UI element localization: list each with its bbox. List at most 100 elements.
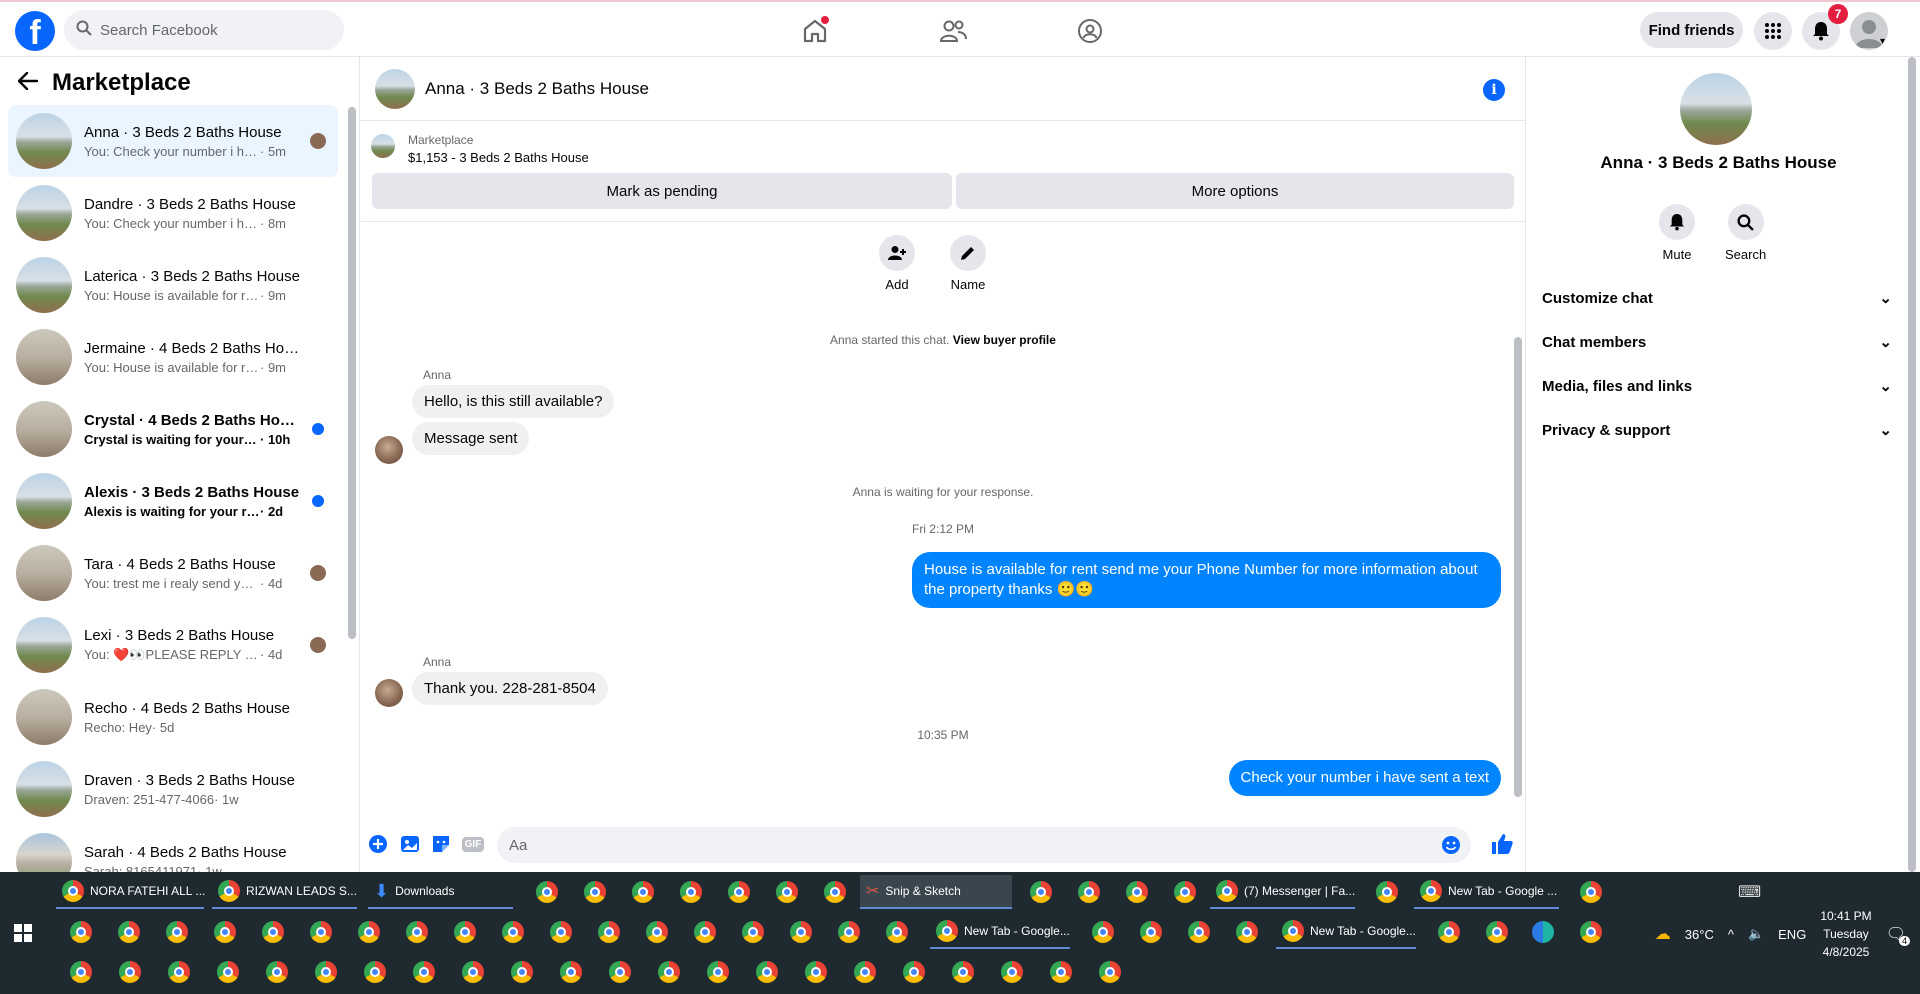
conversation-item-recho[interactable]: Recho · 4 Beds 2 Baths House Recho: Hey … xyxy=(8,681,338,753)
taskbar-chrome-icon[interactable] xyxy=(1480,915,1514,949)
taskbar-chrome-icon[interactable] xyxy=(603,955,637,989)
incoming-message[interactable]: Hello, is this still available? xyxy=(412,385,615,418)
conversation-item-alexis[interactable]: Alexis · 3 Beds 2 Baths House Alexis is … xyxy=(8,465,338,537)
windows-start-icon[interactable] xyxy=(14,924,32,947)
taskbar-item-new-tab[interactable]: New Tab - Google... xyxy=(930,915,1070,949)
taskbar-item-rizwan[interactable]: RIZWAN LEADS S... xyxy=(212,875,357,909)
incoming-message[interactable]: Thank you. 228-281-8504 xyxy=(412,672,608,705)
media-files-links-section[interactable]: Media, files and links ⌄ xyxy=(1542,366,1892,406)
notification-center-icon[interactable]: 🗨 4 xyxy=(1886,924,1910,946)
taskbar-chrome-icon[interactable] xyxy=(799,955,833,989)
outgoing-message[interactable]: Check your number i have sent a text xyxy=(1228,760,1501,796)
name-chat-control[interactable]: Name xyxy=(950,235,986,292)
sidebar-scrollbar[interactable] xyxy=(348,107,356,639)
gif-icon[interactable]: GIF xyxy=(461,833,485,855)
taskbar-chrome-icon[interactable] xyxy=(640,915,674,949)
search-input[interactable] xyxy=(100,21,320,39)
taskbar-chrome-icon[interactable] xyxy=(626,875,660,909)
taskbar-chrome-icon[interactable] xyxy=(770,875,804,909)
bell-icon[interactable]: 7 xyxy=(1802,4,1848,50)
home-icon[interactable] xyxy=(795,14,835,48)
taskbar-chrome-icon[interactable] xyxy=(352,915,386,949)
taskbar-chrome-icon[interactable] xyxy=(113,955,147,989)
chevron-down-icon[interactable]: ▾ xyxy=(1880,36,1885,47)
taskbar-chrome-icon[interactable] xyxy=(1134,915,1168,949)
taskbar-chrome-icon[interactable] xyxy=(578,875,612,909)
taskbar-item-messenger[interactable]: (7) Messenger | Fa... xyxy=(1210,875,1355,909)
taskbar-chrome-icon[interactable] xyxy=(544,915,578,949)
search-icon[interactable] xyxy=(1727,204,1764,240)
privacy-support-section[interactable]: Privacy & support ⌄ xyxy=(1542,410,1892,450)
taskbar-chrome-icon[interactable] xyxy=(304,915,338,949)
pencil-icon[interactable] xyxy=(950,235,986,271)
taskbar-chrome-icon[interactable] xyxy=(750,955,784,989)
add-person-icon[interactable] xyxy=(879,235,915,271)
taskbar-chrome-icon[interactable] xyxy=(1370,875,1404,909)
taskbar-chrome-icon[interactable] xyxy=(832,915,866,949)
taskbar-chrome-icon[interactable] xyxy=(407,955,441,989)
back-arrow-icon[interactable] xyxy=(17,71,39,95)
taskbar-chrome-icon[interactable] xyxy=(652,955,686,989)
thumbs-up-icon[interactable] xyxy=(1489,831,1515,857)
weather-icon[interactable]: ☁ xyxy=(1655,924,1671,944)
taskbar-chrome-icon[interactable] xyxy=(400,915,434,949)
taskbar-item-new-tab[interactable]: New Tab - Google... xyxy=(1276,915,1416,949)
taskbar-chrome-icon[interactable] xyxy=(1024,875,1058,909)
conversation-item-jermaine[interactable]: Jermaine · 4 Beds 2 Baths House You: Hou… xyxy=(8,321,338,393)
taskbar-chrome-icon[interactable] xyxy=(818,875,852,909)
taskbar-item-downloads[interactable]: ⬇ Downloads xyxy=(368,875,513,909)
taskbar-chrome-icon[interactable] xyxy=(64,915,98,949)
taskbar-chrome-icon[interactable] xyxy=(260,955,294,989)
taskbar-chrome-icon[interactable] xyxy=(592,915,626,949)
taskbar-chrome-icon[interactable] xyxy=(722,875,756,909)
clock[interactable]: 10:41 PM Tuesday 4/8/2025 xyxy=(1820,907,1871,961)
taskbar-chrome-icon[interactable] xyxy=(897,955,931,989)
message-input-box[interactable] xyxy=(497,827,1471,863)
taskbar-chrome-icon[interactable] xyxy=(64,955,98,989)
conversation-item-lexi[interactable]: Lexi · 3 Beds 2 Baths House You: ❤️👀PLEA… xyxy=(8,609,338,681)
sender-avatar[interactable] xyxy=(375,436,403,464)
taskbar-chrome-icon[interactable] xyxy=(1093,955,1127,989)
view-buyer-profile-link[interactable]: View buyer profile xyxy=(953,333,1056,347)
taskbar-chrome-icon[interactable] xyxy=(208,915,242,949)
taskbar-chrome-icon[interactable] xyxy=(112,915,146,949)
search-conversation-control[interactable]: Search xyxy=(1725,204,1766,262)
taskbar-chrome-icon[interactable] xyxy=(1072,875,1106,909)
taskbar-chrome-icon[interactable] xyxy=(358,955,392,989)
emoji-icon[interactable] xyxy=(1441,835,1461,860)
menu-grid-icon[interactable] xyxy=(1754,12,1792,50)
taskbar-chrome-icon[interactable] xyxy=(1574,915,1608,949)
conversation-item-tara[interactable]: Tara · 4 Beds 2 Baths House You: trest m… xyxy=(8,537,338,609)
chevron-up-icon[interactable]: ^ xyxy=(1728,927,1734,942)
sticker-icon[interactable] xyxy=(430,833,452,855)
taskbar-chrome-icon[interactable] xyxy=(160,915,194,949)
photo-icon[interactable] xyxy=(399,833,421,855)
taskbar-item-new-tab[interactable]: New Tab - Google ... xyxy=(1414,875,1559,909)
taskbar-chrome-icon[interactable] xyxy=(448,915,482,949)
taskbar-chrome-icon[interactable] xyxy=(784,915,818,949)
taskbar-item-nora[interactable]: NORA FATEHI ALL ... xyxy=(56,875,205,909)
mute-control[interactable]: Mute xyxy=(1659,204,1695,262)
taskbar-chrome-icon[interactable] xyxy=(674,875,708,909)
chat-listing-thumbnail[interactable] xyxy=(375,68,415,109)
conversation-item-dandre[interactable]: Dandre · 3 Beds 2 Baths House You: Check… xyxy=(8,177,338,249)
message-input[interactable] xyxy=(509,836,1409,854)
taskbar-chrome-icon[interactable] xyxy=(736,915,770,949)
taskbar-item-snip-sketch[interactable]: ✂ Snip & Sketch xyxy=(860,875,1012,909)
taskbar-chrome-icon[interactable] xyxy=(211,955,245,989)
bell-icon[interactable] xyxy=(1659,204,1695,240)
taskbar-chrome-icon[interactable] xyxy=(848,955,882,989)
conversation-item-laterica[interactable]: Laterica · 3 Beds 2 Baths House You: Hou… xyxy=(8,249,338,321)
volume-icon[interactable]: 🔈 xyxy=(1748,926,1764,942)
taskbar-chrome-icon[interactable] xyxy=(1432,915,1466,949)
chat-title[interactable]: Anna · 3 Beds 2 Baths House xyxy=(425,79,649,99)
chat-members-section[interactable]: Chat members ⌄ xyxy=(1542,322,1892,362)
taskbar-chrome-icon[interactable] xyxy=(1182,915,1216,949)
groups-icon[interactable] xyxy=(1070,14,1110,48)
taskbar-chrome-icon[interactable] xyxy=(880,915,914,949)
taskbar-chrome-icon[interactable] xyxy=(946,955,980,989)
sender-avatar[interactable] xyxy=(375,679,403,707)
conversation-item-draven[interactable]: Draven · 3 Beds 2 Baths House Draven: 25… xyxy=(8,753,338,825)
taskbar-chrome-icon[interactable] xyxy=(995,955,1029,989)
search-box[interactable] xyxy=(64,10,344,50)
